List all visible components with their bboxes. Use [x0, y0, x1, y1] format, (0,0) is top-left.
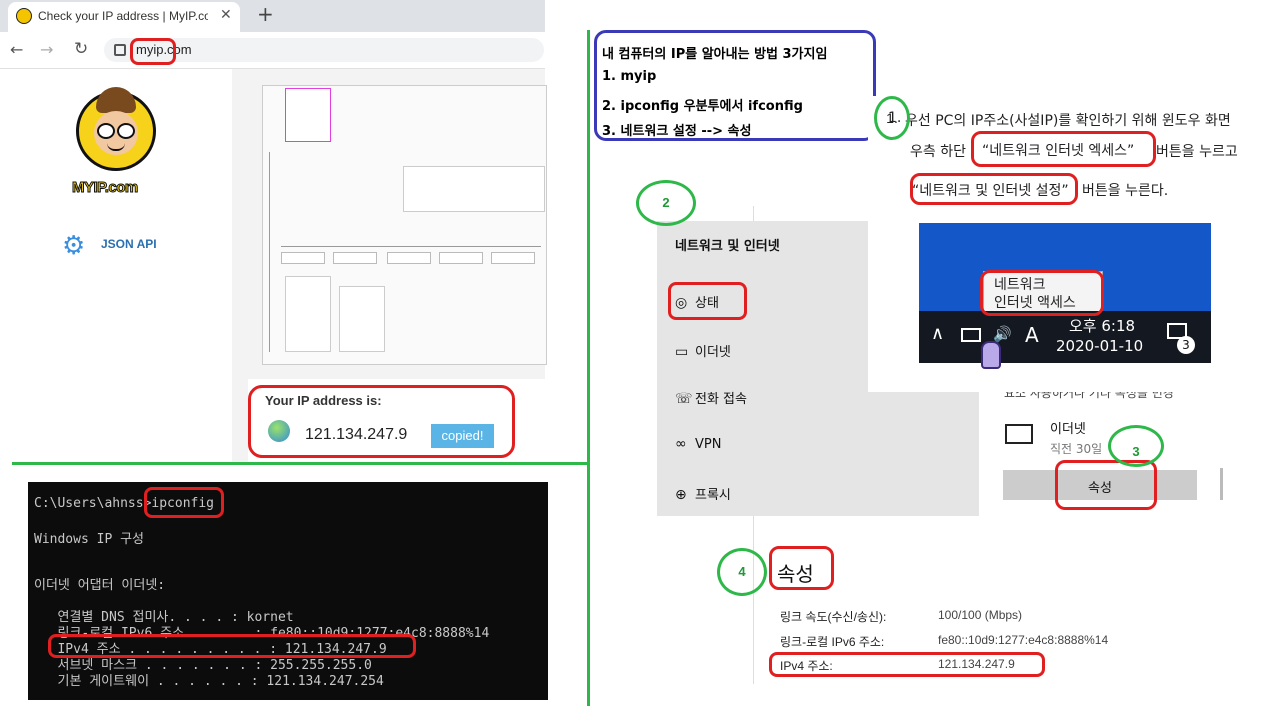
step1-text-a: 우선 PC의 IP주소(사설IP)를 확인하기 위해 윈도우 화면 [905, 113, 1231, 129]
nav-proxy[interactable]: ⊕ 프록시 [675, 484, 731, 503]
favicon-icon [16, 8, 32, 24]
ethernet-time: 직전 30일 [1050, 442, 1103, 456]
properties-title-highlight [769, 546, 834, 590]
nav-ethernet[interactable]: ▭ 이더넷 [675, 341, 731, 360]
vpn-icon: ∞ [675, 436, 687, 452]
step-marker-3: 3 [1108, 425, 1164, 467]
myip-logo[interactable]: MYIP.com [72, 83, 162, 203]
diagram-thumbnail [262, 85, 547, 365]
close-tab-icon[interactable]: ✕ [220, 7, 232, 23]
json-api-link[interactable]: JSON API [101, 237, 157, 251]
gear-icon: ⚙ [62, 231, 86, 261]
notes-line4: 3. 네트워크 설정 --> 속성 [602, 124, 752, 139]
ethernet-name: 이더넷 [1050, 422, 1086, 437]
lock-icon [114, 44, 126, 56]
prop-row-ipv6: 링크-로컬 IPv6 주소: fe80::10d9:1277:e4c8:8888%… [780, 633, 1109, 649]
divider-horizontal [12, 462, 590, 465]
tab-title: Check your IP address | MyIP.co [38, 9, 208, 23]
volume-icon[interactable]: 🔊 [993, 325, 1012, 343]
step1-text-b: 우측 하단 [910, 144, 966, 160]
scrollbar[interactable] [1220, 468, 1223, 500]
new-tab-button[interactable]: + [257, 2, 274, 26]
myip-sidebar: MYIP.com ⚙ JSON API [0, 69, 232, 462]
step-marker-4: 4 [717, 548, 767, 596]
dialup-icon: ☏ [675, 391, 693, 407]
notes-line3: 2. ipconfig 우분투에서 ifconfig [602, 99, 803, 114]
ipv4-prop-highlight [769, 652, 1045, 677]
tooltip-highlight [980, 270, 1104, 316]
ime-indicator[interactable]: A [1025, 323, 1039, 347]
clock-date[interactable]: 2020-01-10 [1056, 337, 1143, 355]
prop-row-link-speed: 링크 속도(수신/송신): 100/100 (Mbps) [780, 608, 1023, 624]
status-highlight [668, 282, 747, 320]
step1-text-f: 버튼을 누른다. [1082, 183, 1169, 199]
network-settings-highlight [910, 173, 1078, 205]
notification-count: 3 [1177, 336, 1195, 354]
nav-dialup[interactable]: ☏ 전화 접속 [675, 388, 747, 407]
browser-tab[interactable]: Check your IP address | MyIP.co ✕ [8, 2, 240, 32]
tray-bar: ∧ 🔊 A 오후 6:18 2020-01-10 3 [919, 311, 1211, 363]
network-access-highlight [971, 131, 1156, 167]
ethernet-monitor-icon [1005, 424, 1033, 444]
pointer-hand-icon [981, 341, 1001, 369]
logo-text: MYIP.com [72, 179, 139, 197]
properties-highlight [1055, 460, 1157, 510]
ip-highlight [248, 385, 515, 458]
divider-vertical [587, 30, 590, 706]
step-marker-2: 2 [636, 180, 696, 226]
back-icon[interactable]: ← [10, 40, 23, 59]
globe-icon: ⊕ [675, 487, 687, 503]
chevron-up-icon[interactable]: ∧ [931, 323, 944, 344]
url-highlight [130, 38, 176, 65]
network-tray-icon[interactable] [961, 328, 981, 342]
ipv4-cmd-highlight [48, 634, 416, 658]
cmd-header: Windows IP 구성 [34, 532, 145, 547]
ipconfig-highlight [144, 487, 224, 518]
clock-time[interactable]: 오후 6:18 [1069, 315, 1135, 336]
notes-line1: 내 컴퓨터의 IP를 알아내는 방법 3가지임 [602, 47, 828, 62]
forward-icon[interactable]: → [40, 40, 53, 59]
notes-box: 내 컴퓨터의 IP를 알아내는 방법 3가지임 1. myip 2. ipcon… [594, 30, 876, 141]
notes-line2: 1. myip [602, 69, 657, 84]
nav-vpn[interactable]: ∞ VPN [675, 436, 721, 452]
cmd-gateway: 기본 게이트웨이 . . . . . . : 121.134.247.254 [34, 674, 384, 689]
step1-text-d: 버튼을 누르고 [1156, 144, 1238, 160]
reload-icon[interactable]: ↻ [74, 39, 88, 59]
step-marker-1: 1. [874, 96, 910, 140]
cmd-adapter: 이더넷 어댑터 이더넷: [34, 578, 166, 593]
settings-title: 네트워크 및 인터넷 [675, 239, 780, 254]
command-prompt: C:\Users\ahnss>ipconfig Windows IP 구성 이더… [28, 482, 548, 700]
ethernet-icon: ▭ [675, 344, 689, 360]
